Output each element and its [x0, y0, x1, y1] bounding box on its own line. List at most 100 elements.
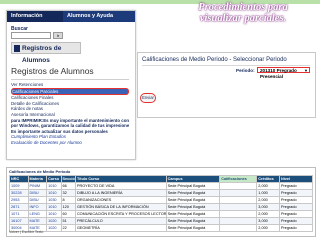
document-icon: [14, 45, 20, 52]
table-cell: 1020: [46, 224, 62, 232]
table-cell: Pregrado: [278, 203, 314, 211]
menu-item-midterm-grades[interactable]: Calificaciones Parciales: [11, 87, 129, 96]
grades-title: Calificaciones de Medio Periodo: [9, 169, 71, 174]
table-cell: [219, 196, 258, 204]
tab-personal-info[interactable]: Información Personal: [7, 11, 63, 30]
table-cell: 3,000: [256, 203, 280, 211]
search-button[interactable]: Ir: [53, 32, 63, 39]
slide-title: Procedimientos para visualizar parciales…: [198, 2, 288, 24]
footer-links: Volver | Escribir Texto: [9, 230, 44, 234]
selector-heading: Calificaciones de Medio Periodo - Selecc…: [142, 57, 287, 63]
send-button[interactable]: Enviar: [140, 93, 156, 103]
table-cell: Pregrado: [278, 182, 314, 190]
periodo-select[interactable]: 201310 Pregrado Presencial ▼: [257, 67, 310, 79]
table-cell: DIBU: [27, 189, 48, 197]
table-cell[interactable]: 2871: [9, 203, 29, 211]
chevron-down-icon: ▼: [304, 68, 308, 73]
table-cell: Sede Principal Bogotá: [165, 224, 221, 232]
search-input[interactable]: [11, 32, 51, 39]
table-cell: [219, 203, 258, 211]
table-cell: Pregrado: [278, 224, 314, 232]
table-cell[interactable]: 2953: [9, 196, 29, 204]
table-cell: Sede Principal Bogotá: [165, 217, 221, 225]
col-header: Materia: [27, 175, 48, 183]
table-cell: Pregrado: [278, 217, 314, 225]
table-cell: 2,000: [256, 224, 280, 232]
table-cell: Sede Principal Bogotá: [165, 196, 221, 204]
table-cell: Pregrado: [278, 210, 314, 218]
table-cell: 1010: [46, 203, 62, 211]
table-cell[interactable]: 30228: [9, 189, 29, 197]
table-header-row: NRC Materia Curso Sección Título Curso C…: [9, 175, 314, 183]
table-row: 1009 PINIM 1010 66 PROYECTO DE VIDA Sede Prin…: [9, 182, 314, 190]
table-cell: 1020: [46, 217, 62, 225]
table-cell: 1010: [46, 182, 62, 190]
table-cell: LENG: [27, 210, 48, 218]
table-cell: INFO: [27, 203, 48, 211]
table-cell: PINIM: [27, 182, 48, 190]
table-cell[interactable]: 1009: [9, 182, 29, 190]
table-cell: 2,000: [256, 210, 280, 218]
table-cell: 66: [60, 182, 76, 190]
period-selector-panel: Calificaciones de Medio Periodo - Selecc…: [137, 52, 316, 118]
tab-students-aid[interactable]: Alumnos y Ayuda Financiera: [62, 11, 135, 30]
table-cell: COMUNICACIÓN ESCRITA Y PROCESOS LECTORES: [74, 210, 167, 218]
table-cell: 2,000: [256, 196, 280, 204]
table-row: 2953 DIBU 1030 8 ORGANIZACIONES Sede Principa…: [9, 196, 314, 204]
table-cell: Pregrado: [278, 196, 314, 204]
table-cell: 51: [60, 217, 76, 225]
student-portal-panel: Información Personal Alumnos y Ayuda Fin…: [6, 10, 136, 160]
portal-tabs: Información Personal Alumnos y Ayuda Fin…: [7, 11, 135, 30]
table-cell: Sede Principal Bogotá: [165, 182, 221, 190]
col-header: NRC: [9, 175, 29, 183]
table-row: 2871 INFO 1010 120 GESTIÓN BÁSICA DE LA INFO…: [9, 203, 314, 211]
menu-item-teacher-evaluation[interactable]: Evaluación de Docentes por Alumno: [11, 140, 129, 146]
records-menu: Ver Retenciones Calificaciones Parciales…: [11, 82, 129, 146]
table-cell: Pregrado: [278, 189, 314, 197]
table-cell: 8: [60, 196, 76, 204]
table-cell: 22: [60, 224, 76, 232]
table-cell: 60: [60, 210, 76, 218]
menu-item-holds[interactable]: Ver Retenciones: [11, 82, 129, 88]
col-header: Campus: [165, 175, 221, 183]
col-header: Créditos: [256, 175, 280, 183]
col-header: Sección: [60, 175, 76, 183]
table-cell: PROYECTO DE VIDA: [74, 182, 167, 190]
table-cell: [219, 210, 258, 218]
table-cell: [219, 182, 258, 190]
table-cell: Sede Principal Bogotá: [165, 189, 221, 197]
col-header: Nivel: [278, 175, 314, 183]
table-cell: GEOMETRÍA: [74, 224, 167, 232]
print-note-2: por Windows, garantizamos la calidad de …: [11, 123, 129, 129]
grades-panel: Calificaciones de Medio Periodo NRC Mate…: [6, 167, 316, 237]
table-cell: [219, 217, 258, 225]
col-header: Curso: [46, 175, 62, 183]
periodo-label: Periodo:: [236, 68, 255, 73]
table-cell: ORGANIZACIONES: [74, 196, 167, 204]
table-row: 30228 DIBU 1010 32 DIBUJO A LA INGENIERÍA Sed…: [9, 189, 314, 197]
grades-table: NRC Materia Curso Sección Título Curso C…: [9, 175, 314, 232]
records-banner: Registros de Alumnos: [11, 42, 81, 64]
table-cell: 32: [60, 189, 76, 197]
table-cell: PRECÁLCULO: [74, 217, 167, 225]
table-cell: 1010: [46, 189, 62, 197]
table-cell: GESTIÓN BÁSICA DE LA INFORMACIÓN: [74, 203, 167, 211]
table-cell: 1030: [46, 196, 62, 204]
col-header-grades: Calificaciones: [219, 175, 258, 183]
col-header: Título Curso: [74, 175, 167, 183]
divider: [11, 79, 129, 80]
records-banner-label: Registros de Alumnos: [22, 45, 62, 64]
table-cell[interactable]: 16107: [9, 217, 29, 225]
table-cell: DIBUJO A LA INGENIERÍA: [74, 189, 167, 197]
table-cell[interactable]: 1071: [9, 210, 29, 218]
table-cell: [219, 189, 258, 197]
table-row: 16107 MATE 1020 51 PRECÁLCULO Sede Principal …: [9, 217, 314, 225]
page-heading: Registros de Alumnos: [11, 66, 94, 76]
table-cell: 3,000: [256, 217, 280, 225]
table-cell: Sede Principal Bogotá: [165, 210, 221, 218]
table-row: 30004 MATE 1020 22 GEOMETRÍA Sede Principal B…: [9, 224, 314, 232]
table-cell: [219, 224, 258, 232]
periodo-value: 201310 Pregrado Presencial: [260, 68, 297, 79]
table-cell: 1010: [46, 210, 62, 218]
table-cell: DIBU: [27, 196, 48, 204]
